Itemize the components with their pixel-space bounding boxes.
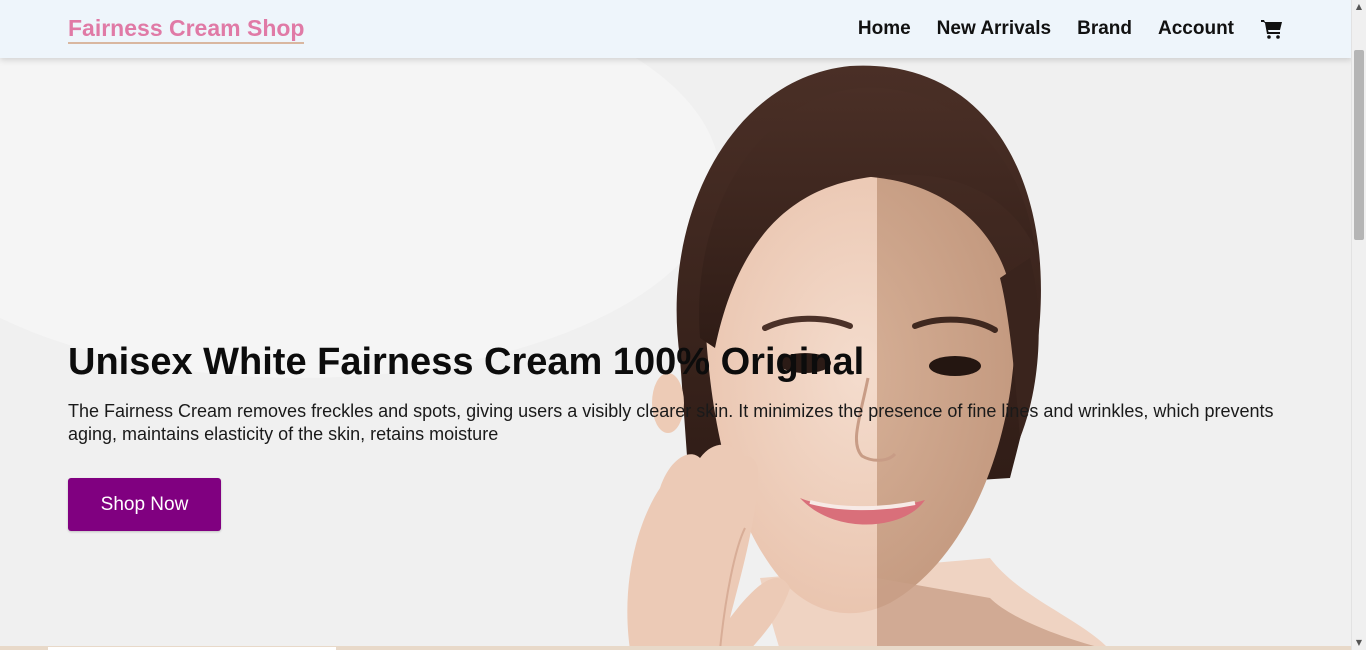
- shop-now-button[interactable]: Shop Now: [68, 478, 221, 531]
- scroll-down-arrow-icon[interactable]: ▼: [1354, 638, 1364, 648]
- hero-section: Unisex White Fairness Cream 100% Origina…: [0, 58, 1352, 650]
- nav-links: Home New Arrivals Brand Account: [858, 17, 1284, 41]
- page-scrollbar[interactable]: ▲ ▼: [1351, 0, 1366, 650]
- nav-link-new-arrivals[interactable]: New Arrivals: [937, 18, 1051, 40]
- hero-title: Unisex White Fairness Cream 100% Origina…: [68, 341, 865, 383]
- hero-content: Unisex White Fairness Cream 100% Origina…: [68, 340, 1288, 531]
- page: Fairness Cream Shop Home New Arrivals Br…: [0, 0, 1366, 650]
- scroll-up-arrow-icon[interactable]: ▲: [1354, 2, 1364, 12]
- nav-link-brand[interactable]: Brand: [1077, 18, 1132, 40]
- shopping-cart-icon[interactable]: [1260, 17, 1284, 41]
- hero-description: The Fairness Cream removes freckles and …: [68, 401, 1274, 444]
- top-navbar: Fairness Cream Shop Home New Arrivals Br…: [0, 0, 1352, 58]
- nav-link-account[interactable]: Account: [1158, 18, 1234, 40]
- bottom-edge-strip: [0, 646, 1352, 650]
- nav-link-home[interactable]: Home: [858, 18, 911, 40]
- scrollbar-thumb[interactable]: [1354, 50, 1364, 240]
- brand-logo-link[interactable]: Fairness Cream Shop: [68, 15, 305, 44]
